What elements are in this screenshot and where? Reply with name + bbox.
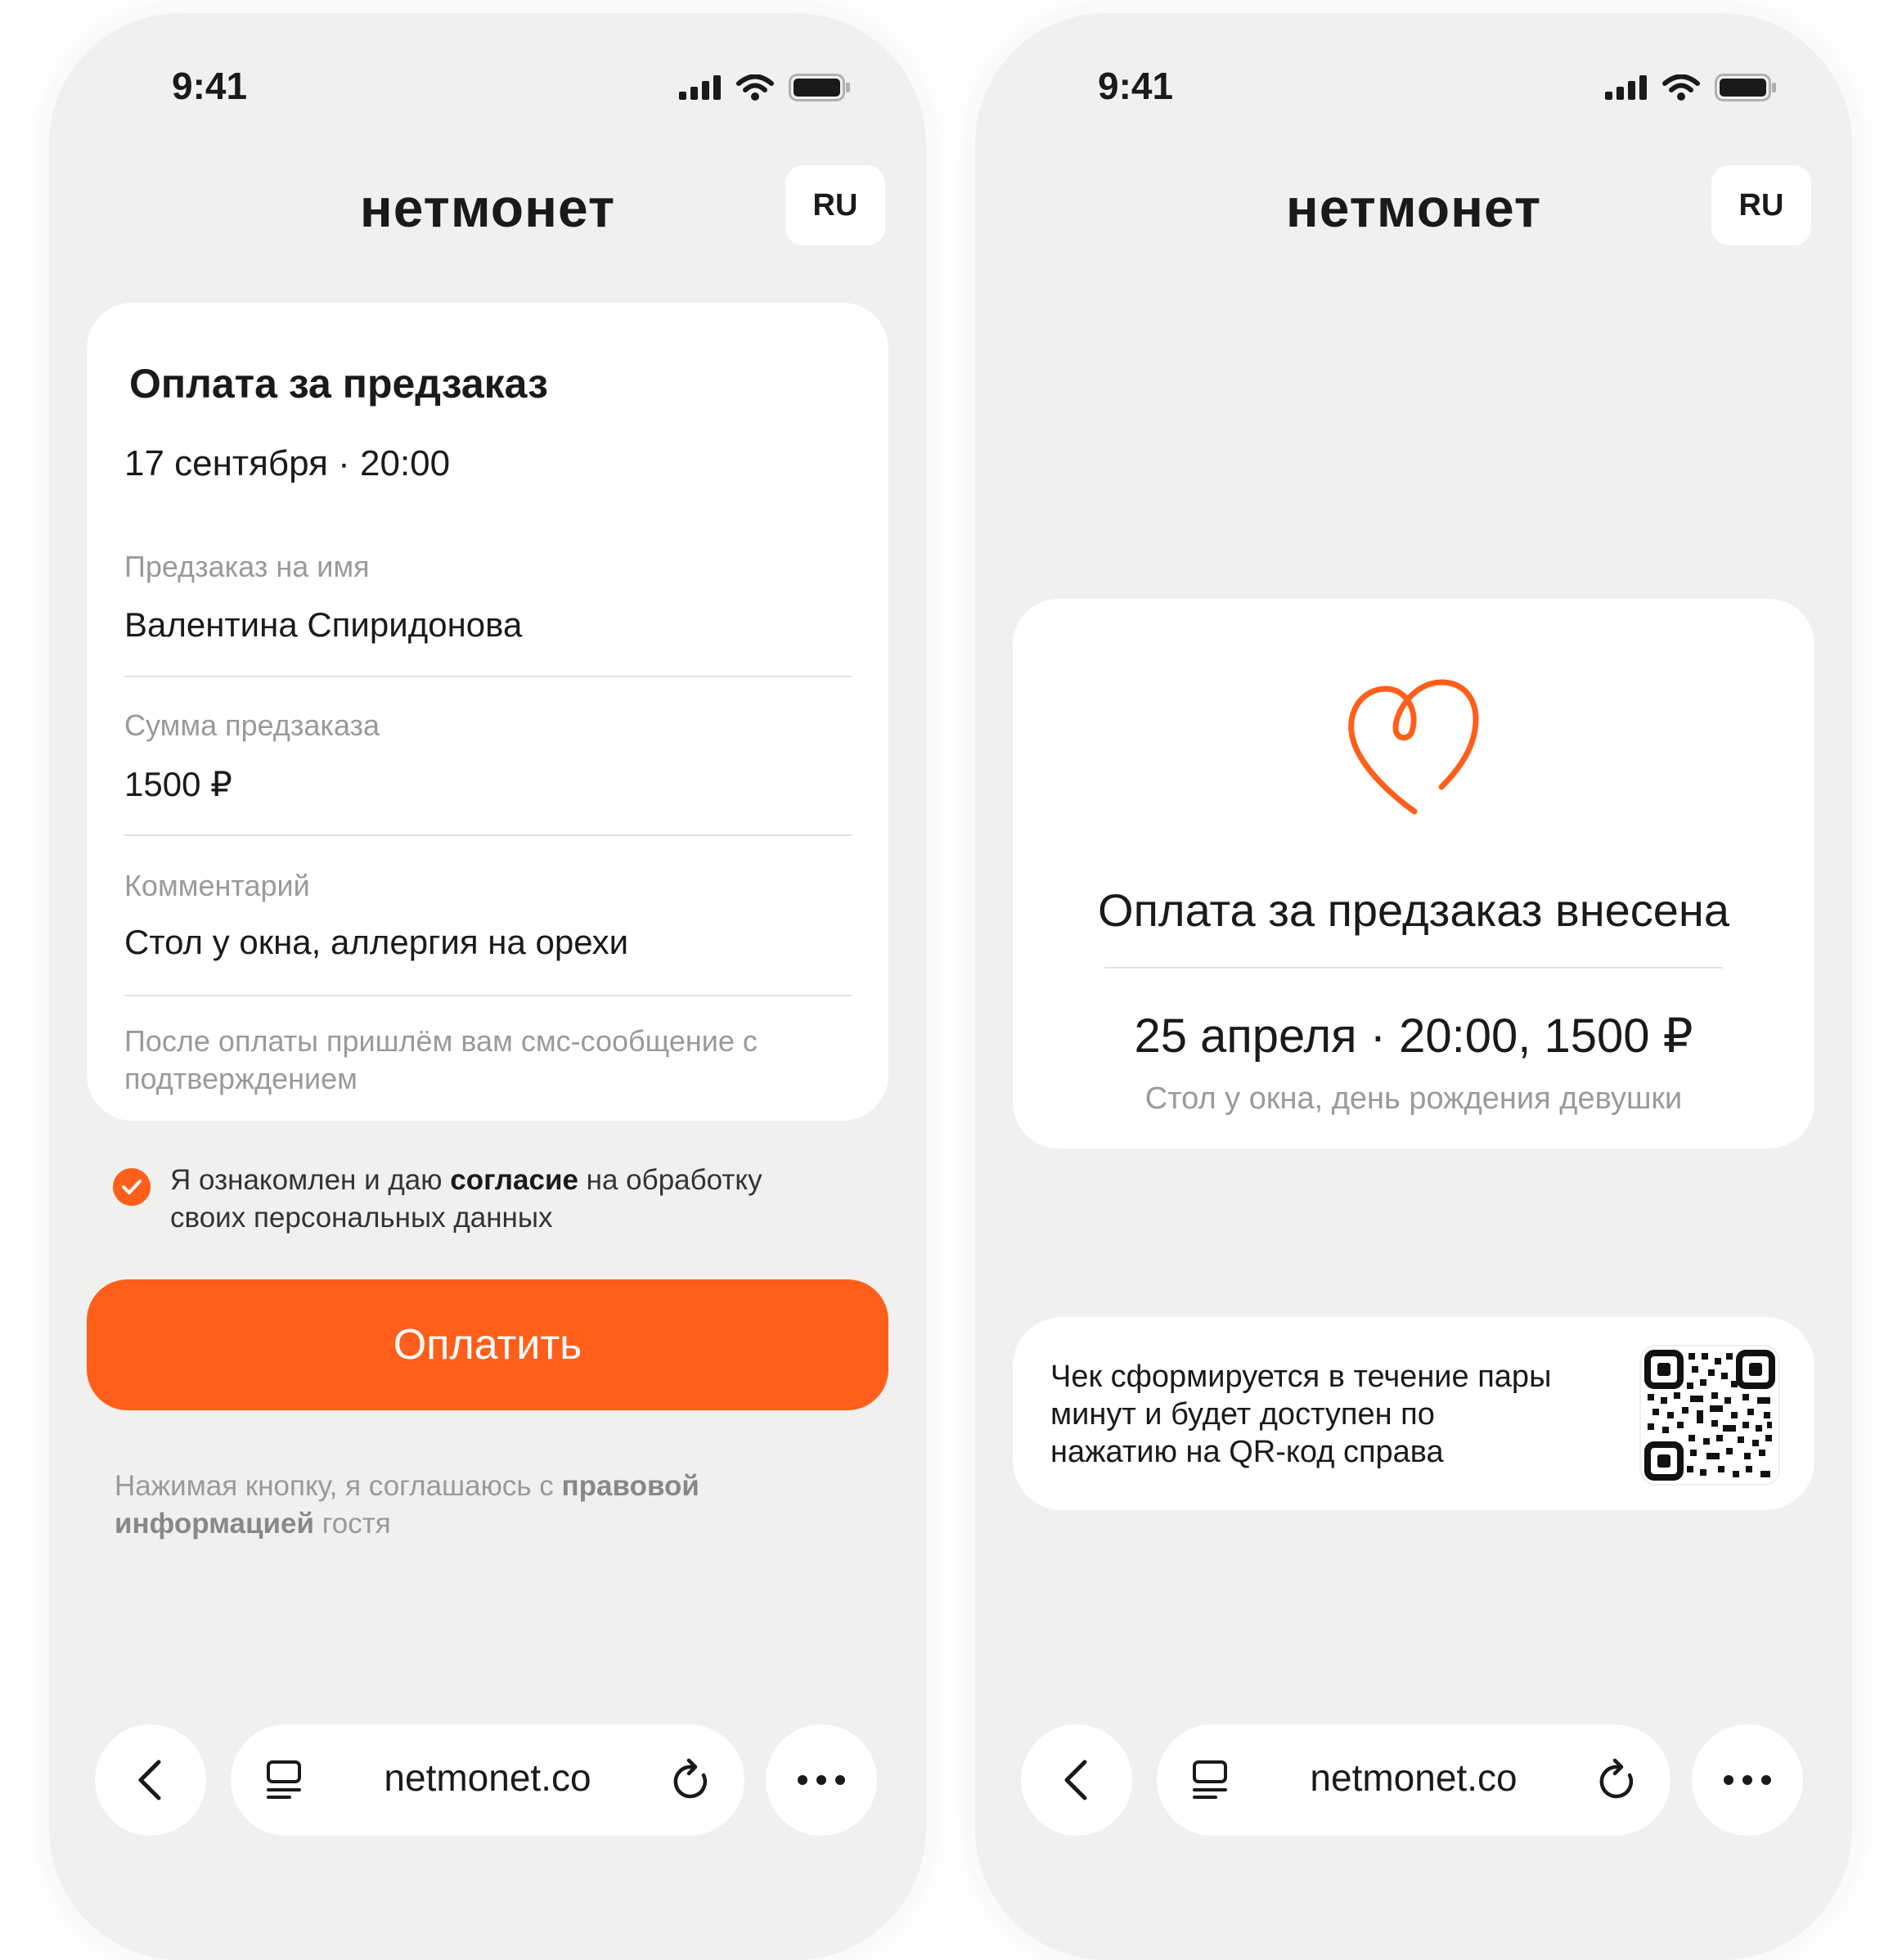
divider [124,834,852,836]
reload-icon[interactable] [1597,1759,1638,1803]
back-icon [138,1760,161,1800]
url-text: netmonet.co [384,1756,591,1799]
browser-toolbar: netmonet.co [49,1724,926,1839]
language-button[interactable]: RU [785,165,885,245]
battery-icon [1715,74,1776,101]
pay-button[interactable]: Оплатить [87,1279,888,1410]
status-icons [1605,74,1777,101]
battery-icon [789,74,850,101]
divider [1104,967,1723,969]
payment-card: Оплата за предзаказ 17 сентября · 20:00 … [87,303,888,1121]
status-time: 9:41 [1098,65,1174,107]
legal-note: Нажимая кнопку, я соглашаюсь с правовой … [115,1470,699,1540]
amount-value: 1500 ₽ [124,765,232,803]
status-time: 9:41 [172,65,248,107]
consent-link[interactable]: согласие [450,1164,578,1196]
success-title: Оплата за предзаказ внесена [1098,884,1729,936]
qr-code-button[interactable] [1641,1346,1778,1484]
back-button[interactable] [95,1724,206,1836]
qr-code-icon [1644,1350,1775,1481]
more-icon [798,1775,845,1785]
divider [124,676,852,677]
phone-success-screen: 9:41 нетмонет RU Оплата за предзаказ вне… [975,13,1852,1960]
name-value: Валентина Спиридонова [124,605,523,644]
success-detail: 25 апреля · 20:00, 1500 ₽ [1134,1009,1693,1063]
signal-icon [1605,75,1647,100]
sms-note: После оплаты пришлём вам смс-сообщение с… [124,1024,758,1095]
address-bar[interactable]: netmonet.co [1157,1724,1670,1836]
consent-checkbox[interactable] [113,1168,151,1206]
amount-label: Сумма предзаказа [124,708,380,742]
consent-text: Я ознакомлен и даю согласие на обработку… [170,1164,762,1234]
reload-icon[interactable] [671,1759,712,1803]
address-bar[interactable]: netmonet.co [231,1724,744,1836]
more-icon [1724,1775,1771,1785]
check-icon [122,1180,142,1194]
url-text: netmonet.co [1310,1756,1518,1799]
language-button[interactable]: RU [1711,165,1811,245]
heart-icon [1348,679,1479,815]
browser-toolbar: netmonet.co [975,1724,1852,1839]
success-card: Оплата за предзаказ внесена 25 апреля · … [1013,599,1814,1149]
divider [124,995,852,996]
comment-value: Стол у окна, аллергия на орехи [124,923,629,961]
signal-icon [679,75,721,100]
receipt-card: Чек сформируется в течение пары минут и … [1013,1317,1814,1510]
wifi-icon [736,74,774,101]
back-icon [1064,1760,1087,1800]
more-button[interactable] [1692,1724,1803,1836]
payment-title: Оплата за предзаказ [129,361,548,407]
success-comment: Стол у окна, день рождения девушки [1144,1081,1683,1116]
phone-payment-screen: 9:41 нетмонет RU Оплата за предзаказ 17 … [49,13,926,1960]
payment-datetime: 17 сентября · 20:00 [124,443,451,483]
status-icons [679,74,851,101]
comment-label: Комментарий [124,869,310,902]
name-label: Предзаказ на имя [124,550,370,583]
wifi-icon [1662,74,1700,101]
more-button[interactable] [766,1724,877,1836]
receipt-text: Чек сформируется в течение пары минут и … [1050,1360,1552,1469]
back-button[interactable] [1021,1724,1132,1836]
